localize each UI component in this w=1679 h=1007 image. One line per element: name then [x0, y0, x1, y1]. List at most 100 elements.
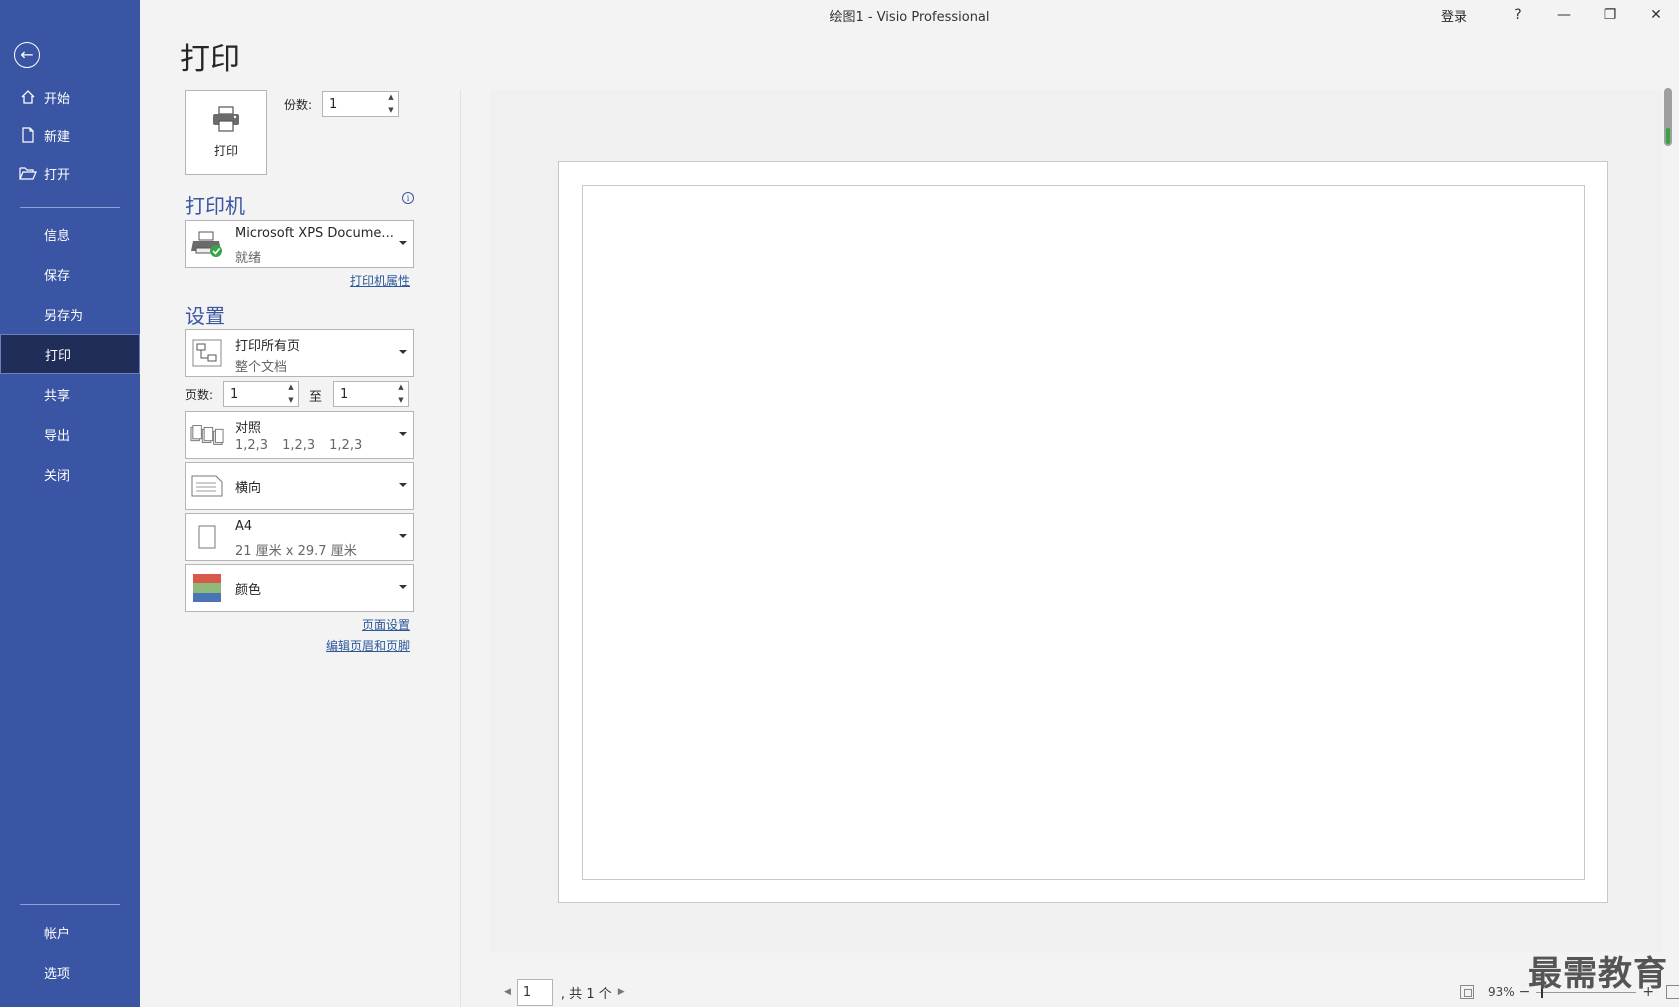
sidebar-divider [20, 904, 120, 905]
page-title: 打印 [180, 42, 240, 77]
print-button[interactable]: 打印 [185, 90, 267, 175]
color-value: 颜色 [235, 583, 262, 598]
home-icon [18, 89, 38, 105]
chevron-down-icon [399, 241, 407, 245]
title-bar-controls: 登录 ? — ❐ ✕ [1441, 0, 1679, 30]
down-arrow-icon: ▼ [388, 106, 394, 114]
stepper-arrows[interactable]: ▲ ▼ [396, 384, 406, 404]
sidebar-item-label: 开始 [44, 91, 71, 107]
page-count-text: , 共 1 个 [560, 986, 612, 1002]
sidebar-item-label: 打印 [45, 348, 72, 364]
collate-sequence: 1,2,3 [329, 438, 363, 453]
printer-dropdown[interactable]: Microsoft XPS Docume... 就绪 [185, 220, 414, 268]
sidebar-item-save[interactable]: 保存 [0, 254, 140, 294]
close-button[interactable]: ✕ [1633, 0, 1679, 30]
info-icon[interactable]: i [402, 192, 414, 204]
new-document-icon [18, 127, 38, 143]
sidebar-item-share[interactable]: 共享 [0, 374, 140, 414]
fit-to-page-icon[interactable] [1460, 985, 1474, 999]
sidebar-item-label: 帐户 [44, 926, 71, 942]
sidebar-item-label: 共享 [44, 388, 71, 404]
sidebar-item-account[interactable]: 帐户 [0, 912, 140, 952]
sidebar-item-label: 新建 [44, 129, 71, 145]
printer-section-heading: 打印机 [185, 194, 245, 218]
printer-name: Microsoft XPS Docume... [235, 226, 394, 241]
print-button-label: 打印 [213, 144, 238, 158]
sidebar-item-new[interactable]: 新建 [0, 115, 140, 155]
collate-sub: 1,2,3 1,2,3 1,2,3 [235, 438, 376, 453]
sidebar-item-label: 选项 [44, 966, 71, 982]
previous-page-icon[interactable]: ◀ [504, 987, 511, 997]
sidebar-item-options[interactable]: 选项 [0, 952, 140, 992]
down-arrow-icon: ▼ [398, 396, 404, 404]
edit-header-footer-link[interactable]: 编辑页眉和页脚 [300, 637, 410, 654]
print-range-dropdown[interactable]: 打印所有页 整个文档 [185, 329, 414, 377]
page-navigator: ◀ 1 , 共 1 个 ▶ [498, 978, 631, 1006]
to-label: 至 [309, 390, 323, 405]
chevron-down-icon [399, 585, 407, 589]
sidebar-item-close[interactable]: 关闭 [0, 454, 140, 494]
printer-status: 就绪 [235, 251, 262, 266]
down-arrow-icon: ▼ [288, 396, 294, 404]
pane-divider [460, 90, 461, 1007]
printer-properties-link[interactable]: 打印机属性 [330, 272, 410, 289]
paper-icon [190, 520, 224, 554]
print-pages-icon [190, 336, 224, 370]
chevron-down-icon [399, 483, 407, 487]
printer-ready-icon [190, 227, 224, 261]
chevron-down-icon [399, 432, 407, 436]
paper-size-dropdown[interactable]: A4 21 厘米 x 29.7 厘米 [185, 513, 414, 561]
sidebar-item-home[interactable]: 开始 [0, 77, 140, 117]
sidebar-item-export[interactable]: 导出 [0, 414, 140, 454]
copies-label: 份数: [284, 98, 313, 112]
next-page-icon[interactable]: ▶ [618, 987, 625, 997]
help-button[interactable]: ? [1495, 0, 1541, 30]
page-to-stepper[interactable]: 1 ▲ ▼ [333, 381, 409, 407]
sidebar-item-print[interactable]: 打印 [0, 334, 140, 374]
chevron-down-icon [399, 350, 407, 354]
sidebar-item-label: 另存为 [44, 308, 84, 324]
orientation-dropdown[interactable]: 横向 [185, 462, 414, 510]
color-dropdown[interactable]: 颜色 [185, 564, 414, 612]
preview-page-margin [582, 185, 1585, 880]
sidebar-item-open[interactable]: 打开 [0, 153, 140, 193]
sidebar-item-label: 保存 [44, 268, 71, 284]
up-arrow-icon: ▲ [388, 93, 394, 101]
copies-value: 1 [329, 96, 338, 112]
sidebar-item-save-as[interactable]: 另存为 [0, 294, 140, 334]
collate-sequence: 1,2,3 [282, 438, 316, 453]
sidebar-item-label: 导出 [44, 428, 71, 444]
stepper-arrows[interactable]: ▲ ▼ [386, 94, 396, 114]
scrollbar-accent [1666, 128, 1670, 144]
back-button[interactable]: ← [14, 42, 40, 68]
collate-sequence: 1,2,3 [235, 438, 269, 453]
page-setup-link[interactable]: 页面设置 [320, 616, 410, 633]
orientation-value: 横向 [235, 481, 262, 496]
minimize-button[interactable]: — [1541, 0, 1587, 30]
sidebar-item-info[interactable]: 信息 [0, 214, 140, 254]
print-range-sub: 整个文档 [235, 360, 288, 375]
watermark: 最需教育 [1528, 954, 1668, 994]
collate-main: 对照 [235, 421, 262, 436]
restore-button[interactable]: ❐ [1587, 0, 1633, 30]
collate-icon [190, 418, 224, 452]
zoom-level: 93% [1488, 985, 1515, 999]
page-from-stepper[interactable]: 1 ▲ ▼ [223, 381, 299, 407]
collate-dropdown[interactable]: 对照 1,2,3 1,2,3 1,2,3 [185, 411, 414, 459]
sidebar-item-label: 关闭 [44, 468, 71, 484]
backstage-sidebar: ← 开始 新建 打开 信息 保存 另存为 打印 共享 导出 关闭 帐户 选项 [0, 0, 140, 1007]
color-swatch-icon [190, 571, 224, 605]
back-arrow-icon: ← [20, 45, 34, 64]
signin-link[interactable]: 登录 [1441, 6, 1467, 25]
page-to-value: 1 [340, 386, 349, 402]
landscape-icon [190, 469, 224, 503]
copies-stepper[interactable]: 1 ▲ ▼ [322, 91, 399, 117]
current-page-input[interactable]: 1 [516, 978, 553, 1006]
paper-size-main: A4 [235, 519, 253, 534]
sidebar-divider [20, 207, 120, 208]
fullscreen-icon[interactable] [1666, 985, 1679, 999]
up-arrow-icon: ▲ [288, 383, 294, 391]
paper-size-sub: 21 厘米 x 29.7 厘米 [235, 544, 357, 559]
stepper-arrows[interactable]: ▲ ▼ [286, 384, 296, 404]
sidebar-item-label: 信息 [44, 228, 71, 244]
